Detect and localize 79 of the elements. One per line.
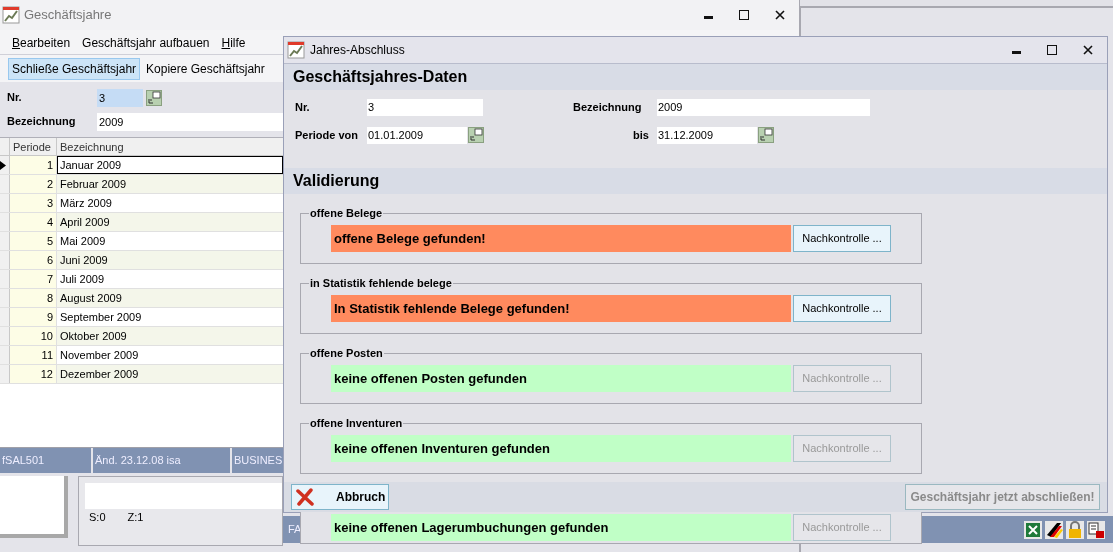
close-icon[interactable]: [775, 10, 785, 20]
table-cell-text: Dezember 2009: [59, 367, 140, 382]
table-cell-text: Februar 2009: [59, 177, 128, 192]
counter-label: S:0: [89, 510, 106, 525]
cancel-button[interactable]: Abbruch: [291, 484, 389, 510]
row-header[interactable]: [0, 156, 10, 174]
chart-icon: [2, 6, 20, 24]
status-message: keine offenen Posten gefunden: [331, 364, 791, 392]
chart-icon: [287, 41, 305, 59]
status-cell: Änd. 23.12.08 isa: [93, 448, 230, 473]
field-label: Bezeichnung: [573, 99, 643, 115]
group-title: offene Belege: [309, 206, 384, 221]
group-title: offene Inventuren: [309, 416, 404, 431]
table-cell: 2: [10, 175, 57, 193]
flag-icon[interactable]: [1045, 520, 1063, 539]
table-cell-text: August 2009: [59, 291, 123, 306]
cross-icon: [296, 488, 314, 506]
spreadsheet-icon[interactable]: [1024, 520, 1042, 539]
calendar-icon[interactable]: [758, 127, 774, 143]
column-header[interactable]: Bezeichnung: [57, 138, 283, 155]
menu-item[interactable]: Hilfe: [221, 34, 246, 52]
lock-icon[interactable]: [1066, 520, 1084, 539]
table-cell: 11: [10, 346, 57, 364]
text-field[interactable]: 2009: [657, 98, 870, 116]
text-field[interactable]: 2009: [97, 112, 283, 131]
field-label: bis: [632, 127, 650, 143]
table-cell: 12: [10, 365, 57, 383]
text-field[interactable]: 3: [367, 98, 483, 116]
document-icon[interactable]: [1087, 520, 1105, 539]
maximize-icon[interactable]: [1047, 45, 1057, 55]
dialog-title: Jahres-Abschluss: [310, 42, 405, 59]
table-cell-text: März 2009: [59, 196, 113, 211]
maximize-icon[interactable]: [739, 10, 749, 20]
status-message: In Statistik fehlende Belege gefunden!: [331, 294, 791, 322]
group-title: in Statistik fehlende belege: [309, 276, 453, 291]
toolbar-button[interactable]: Schließe Geschäftsjahr: [8, 57, 141, 80]
status-message: keine offenen Lagerumbuchungen gefunden: [331, 514, 791, 541]
calendar-icon[interactable]: [146, 89, 162, 106]
column-header[interactable]: Periode: [10, 138, 57, 155]
table-cell-text: Juli 2009: [59, 272, 106, 287]
table-cell: 5: [10, 232, 57, 250]
field-label: Nr.: [295, 99, 311, 115]
table-cell-text: September 2009: [59, 310, 143, 325]
recheck-button[interactable]: Nachkontrolle ...: [793, 294, 891, 322]
close-icon[interactable]: [1083, 45, 1093, 55]
table-cell: 10: [10, 327, 57, 345]
table-cell-text: April 2009: [59, 215, 111, 230]
field-label: Periode von: [295, 127, 359, 143]
status-cell: fSAL501: [0, 448, 91, 473]
table-cell: 4: [10, 213, 57, 231]
counter-label: Z:1: [127, 510, 144, 525]
table-cell: 1: [10, 156, 57, 174]
calendar-icon[interactable]: [468, 127, 484, 143]
status-message: offene Belege gefunden!: [331, 224, 791, 252]
group-title: offene Posten: [309, 346, 384, 361]
date-field[interactable]: 01.01.2009: [367, 126, 467, 144]
status-message: keine offenen Inventuren gefunden: [331, 434, 791, 462]
table-cell: 6: [10, 251, 57, 269]
field-label: Bezeichnung: [7, 114, 77, 130]
table-cell-text: Juni 2009: [59, 253, 109, 268]
table-cell: 7: [10, 270, 57, 288]
section-heading: Geschäftsjahres-Daten: [293, 67, 468, 87]
table-cell: 9: [10, 308, 57, 326]
window-title: Geschäftsjahre: [24, 6, 112, 25]
status-cell: BUSINES: [232, 448, 284, 473]
table-cell-text: Mai 2009: [59, 234, 107, 249]
field-label: Nr.: [7, 90, 23, 106]
table-cell: Januar 2009: [57, 156, 283, 174]
date-field[interactable]: 31.12.2009: [657, 126, 757, 144]
table-cell-text: Oktober 2009: [59, 329, 128, 344]
table-cell: 3: [10, 194, 57, 212]
section-heading: Validierung: [293, 171, 380, 191]
menu-item[interactable]: Bearbeiten: [12, 34, 71, 52]
table-cell-text: November 2009: [59, 348, 140, 363]
menu-item[interactable]: Geschäftsjahr aufbauen: [82, 34, 210, 52]
table-cell: 8: [10, 289, 57, 307]
number-field[interactable]: 3: [97, 88, 143, 107]
toolbar-button[interactable]: Kopiere Geschäftsjahr: [142, 57, 269, 80]
recheck-button[interactable]: Nachkontrolle ...: [793, 224, 891, 252]
